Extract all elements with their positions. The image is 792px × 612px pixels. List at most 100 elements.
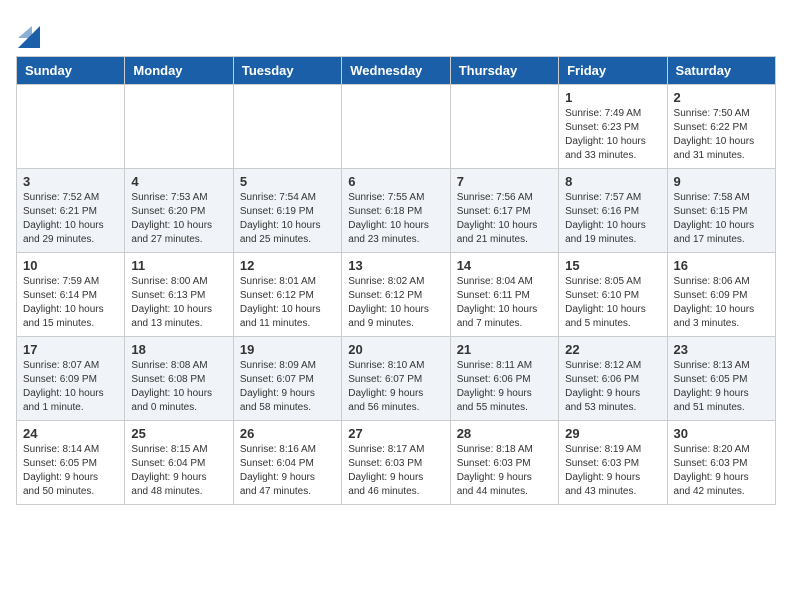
day-number: 17: [23, 342, 118, 357]
day-number: 6: [348, 174, 443, 189]
day-cell-18: 18 Sunrise: 8:08 AM Sunset: 6:08 PM Dayli…: [125, 337, 233, 421]
week-row-3: 10 Sunrise: 7:59 AM Sunset: 6:14 PM Dayli…: [17, 253, 776, 337]
day-info: Sunrise: 7:49 AM Sunset: 6:23 PM Dayligh…: [565, 107, 660, 163]
day-cell-1: 1 Sunrise: 7:49 AM Sunset: 6:23 PM Daylig…: [559, 85, 667, 169]
day-number: 24: [23, 426, 118, 441]
day-number: 26: [240, 426, 335, 441]
day-cell-26: 26Sunrise: 8:16 AM Sunset: 6:04 PM Dayli…: [233, 421, 341, 505]
day-number: 2: [674, 90, 769, 105]
week-row-4: 17 Sunrise: 8:07 AM Sunset: 6:09 PM Dayli…: [17, 337, 776, 421]
day-info: Sunrise: 8:09 AM Sunset: 6:07 PM Dayligh…: [240, 359, 335, 415]
weekday-header-monday: Monday: [125, 57, 233, 85]
week-row-1: 1 Sunrise: 7:49 AM Sunset: 6:23 PM Daylig…: [17, 85, 776, 169]
day-info: Sunrise: 7:58 AM Sunset: 6:15 PM Dayligh…: [674, 191, 769, 247]
day-number: 25: [131, 426, 226, 441]
day-info: Sunrise: 8:15 AM Sunset: 6:04 PM Dayligh…: [131, 443, 226, 499]
day-number: 30: [674, 426, 769, 441]
week-row-5: 24 Sunrise: 8:14 AM Sunset: 6:05 PM Dayli…: [17, 421, 776, 505]
day-info: Sunrise: 7:50 AM Sunset: 6:22 PM Dayligh…: [674, 107, 769, 163]
day-number: 15: [565, 258, 660, 273]
day-number: 23: [674, 342, 769, 357]
day-info: Sunrise: 7:55 AM Sunset: 6:18 PM Dayligh…: [348, 191, 443, 247]
day-number: 18: [131, 342, 226, 357]
day-cell-12: 12 Sunrise: 8:01 AM Sunset: 6:12 PM Dayli…: [233, 253, 341, 337]
day-info: Sunrise: 8:13 AM Sunset: 6:05 PM Dayligh…: [674, 359, 769, 415]
day-number: 4: [131, 174, 226, 189]
day-cell-9: 9 Sunrise: 7:58 AM Sunset: 6:15 PM Daylig…: [667, 169, 775, 253]
day-info: Sunrise: 8:18 AM Sunset: 6:03 PM Dayligh…: [457, 443, 552, 499]
day-number: 13: [348, 258, 443, 273]
logo: [16, 16, 40, 48]
day-number: 5: [240, 174, 335, 189]
day-cell-4: 4 Sunrise: 7:53 AM Sunset: 6:20 PM Daylig…: [125, 169, 233, 253]
day-cell-15: 15 Sunrise: 8:05 AM Sunset: 6:10 PM Dayli…: [559, 253, 667, 337]
day-cell-19: 19 Sunrise: 8:09 AM Sunset: 6:07 PM Dayli…: [233, 337, 341, 421]
day-cell-21: 21 Sunrise: 8:11 AM Sunset: 6:06 PM Dayli…: [450, 337, 558, 421]
day-info: Sunrise: 8:10 AM Sunset: 6:07 PM Dayligh…: [348, 359, 443, 415]
header: [16, 16, 776, 48]
day-info: Sunrise: 8:06 AM Sunset: 6:09 PM Dayligh…: [674, 275, 769, 331]
day-cell-5: 5 Sunrise: 7:54 AM Sunset: 6:19 PM Daylig…: [233, 169, 341, 253]
day-cell-2: 2 Sunrise: 7:50 AM Sunset: 6:22 PM Daylig…: [667, 85, 775, 169]
day-cell-27: 27Sunrise: 8:17 AM Sunset: 6:03 PM Dayli…: [342, 421, 450, 505]
empty-cell: [233, 85, 341, 169]
day-cell-11: 11Sunrise: 8:00 AM Sunset: 6:13 PM Dayli…: [125, 253, 233, 337]
day-number: 16: [674, 258, 769, 273]
day-info: Sunrise: 8:00 AM Sunset: 6:13 PM Dayligh…: [131, 275, 226, 331]
day-info: Sunrise: 8:02 AM Sunset: 6:12 PM Dayligh…: [348, 275, 443, 331]
day-info: Sunrise: 7:59 AM Sunset: 6:14 PM Dayligh…: [23, 275, 118, 331]
day-number: 29: [565, 426, 660, 441]
day-number: 20: [348, 342, 443, 357]
day-number: 8: [565, 174, 660, 189]
day-number: 7: [457, 174, 552, 189]
day-cell-23: 23 Sunrise: 8:13 AM Sunset: 6:05 PM Dayli…: [667, 337, 775, 421]
day-info: Sunrise: 7:54 AM Sunset: 6:19 PM Dayligh…: [240, 191, 335, 247]
day-number: 22: [565, 342, 660, 357]
weekday-header-tuesday: Tuesday: [233, 57, 341, 85]
day-info: Sunrise: 8:14 AM Sunset: 6:05 PM Dayligh…: [23, 443, 118, 499]
day-cell-7: 7Sunrise: 7:56 AM Sunset: 6:17 PM Daylig…: [450, 169, 558, 253]
empty-cell: [17, 85, 125, 169]
day-cell-16: 16 Sunrise: 8:06 AM Sunset: 6:09 PM Dayli…: [667, 253, 775, 337]
day-cell-10: 10 Sunrise: 7:59 AM Sunset: 6:14 PM Dayli…: [17, 253, 125, 337]
day-info: Sunrise: 8:17 AM Sunset: 6:03 PM Dayligh…: [348, 443, 443, 499]
day-cell-30: 30 Sunrise: 8:20 AM Sunset: 6:03 PM Dayli…: [667, 421, 775, 505]
day-info: Sunrise: 8:01 AM Sunset: 6:12 PM Dayligh…: [240, 275, 335, 331]
weekday-header-wednesday: Wednesday: [342, 57, 450, 85]
day-info: Sunrise: 8:07 AM Sunset: 6:09 PM Dayligh…: [23, 359, 118, 415]
day-info: Sunrise: 8:05 AM Sunset: 6:10 PM Dayligh…: [565, 275, 660, 331]
weekday-header-thursday: Thursday: [450, 57, 558, 85]
empty-cell: [125, 85, 233, 169]
weekday-header-sunday: Sunday: [17, 57, 125, 85]
day-cell-25: 25 Sunrise: 8:15 AM Sunset: 6:04 PM Dayli…: [125, 421, 233, 505]
day-cell-14: 14 Sunrise: 8:04 AM Sunset: 6:11 PM Dayli…: [450, 253, 558, 337]
day-cell-20: 20 Sunrise: 8:10 AM Sunset: 6:07 PM Dayli…: [342, 337, 450, 421]
logo-icon: [18, 16, 40, 48]
day-cell-24: 24 Sunrise: 8:14 AM Sunset: 6:05 PM Dayli…: [17, 421, 125, 505]
day-info: Sunrise: 7:53 AM Sunset: 6:20 PM Dayligh…: [131, 191, 226, 247]
day-info: Sunrise: 8:08 AM Sunset: 6:08 PM Dayligh…: [131, 359, 226, 415]
day-number: 14: [457, 258, 552, 273]
day-number: 1: [565, 90, 660, 105]
day-info: Sunrise: 7:52 AM Sunset: 6:21 PM Dayligh…: [23, 191, 118, 247]
day-number: 19: [240, 342, 335, 357]
weekday-header-row: SundayMondayTuesdayWednesdayThursdayFrid…: [17, 57, 776, 85]
day-number: 12: [240, 258, 335, 273]
day-info: Sunrise: 8:11 AM Sunset: 6:06 PM Dayligh…: [457, 359, 552, 415]
day-number: 10: [23, 258, 118, 273]
day-number: 28: [457, 426, 552, 441]
day-number: 21: [457, 342, 552, 357]
day-info: Sunrise: 8:12 AM Sunset: 6:06 PM Dayligh…: [565, 359, 660, 415]
day-info: Sunrise: 8:04 AM Sunset: 6:11 PM Dayligh…: [457, 275, 552, 331]
day-info: Sunrise: 8:20 AM Sunset: 6:03 PM Dayligh…: [674, 443, 769, 499]
day-cell-6: 6 Sunrise: 7:55 AM Sunset: 6:18 PM Daylig…: [342, 169, 450, 253]
day-cell-22: 22 Sunrise: 8:12 AM Sunset: 6:06 PM Dayli…: [559, 337, 667, 421]
day-cell-28: 28 Sunrise: 8:18 AM Sunset: 6:03 PM Dayli…: [450, 421, 558, 505]
day-info: Sunrise: 8:19 AM Sunset: 6:03 PM Dayligh…: [565, 443, 660, 499]
empty-cell: [450, 85, 558, 169]
calendar: SundayMondayTuesdayWednesdayThursdayFrid…: [16, 56, 776, 505]
day-number: 9: [674, 174, 769, 189]
day-cell-3: 3Sunrise: 7:52 AM Sunset: 6:21 PM Daylig…: [17, 169, 125, 253]
day-cell-29: 29 Sunrise: 8:19 AM Sunset: 6:03 PM Dayli…: [559, 421, 667, 505]
day-info: Sunrise: 7:57 AM Sunset: 6:16 PM Dayligh…: [565, 191, 660, 247]
